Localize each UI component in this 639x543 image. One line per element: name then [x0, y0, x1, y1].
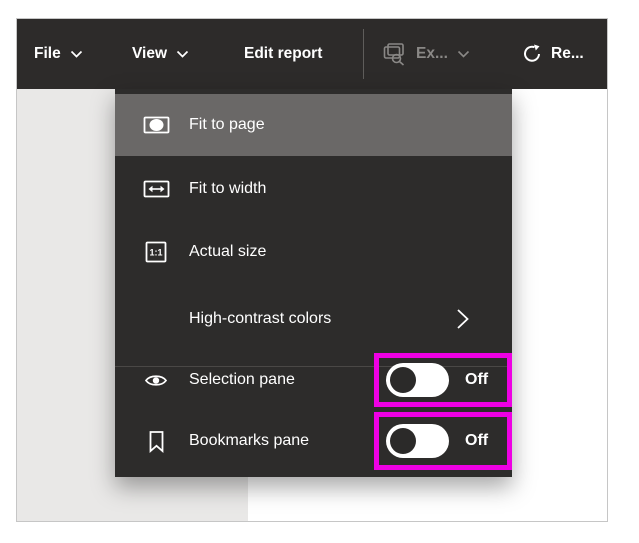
chevron-down-icon	[176, 50, 189, 59]
menu-item-actual-size[interactable]: 1:1 Actual size	[115, 221, 512, 283]
menu-item-fit-to-width[interactable]: Fit to width	[115, 158, 512, 220]
view-dropdown-menu: Fit to page Fit to width 1:1 Actual size…	[115, 89, 512, 477]
chevron-right-icon	[456, 308, 470, 331]
menu-item-label: Selection pane	[189, 371, 295, 388]
chevron-down-icon	[457, 50, 470, 59]
fit-to-width-icon	[141, 179, 171, 199]
toggle-knob	[390, 367, 416, 393]
export-label: Ex...	[416, 45, 448, 62]
file-menu-label: File	[34, 45, 61, 62]
refresh-button[interactable]: Re...	[522, 19, 584, 89]
menu-item-label: Bookmarks pane	[189, 432, 310, 449]
app-window: ar Sales by St $126K $0K 501- Valery Ush…	[16, 18, 608, 522]
bookmarks-pane-callout-box: Off	[374, 412, 512, 470]
selection-pane-toggle-state: Off	[465, 371, 489, 388]
refresh-label: Re...	[551, 45, 584, 62]
actual-size-icon: 1:1	[141, 240, 171, 264]
file-menu-button[interactable]: File	[34, 19, 83, 89]
export-icon	[381, 42, 407, 66]
eye-icon	[141, 372, 171, 389]
chevron-down-icon	[70, 50, 83, 59]
selection-pane-callout-box: Off	[374, 353, 512, 407]
view-menu-button[interactable]: View	[132, 19, 189, 89]
menu-item-high-contrast-colors[interactable]: High-contrast colors	[115, 288, 512, 350]
svg-text:1:1: 1:1	[149, 248, 162, 258]
menu-item-label: High-contrast colors	[189, 310, 332, 327]
menu-item-label: Fit to page	[189, 116, 265, 133]
bookmarks-pane-toggle-state: Off	[465, 432, 489, 449]
command-bar: File View Edit report Ex... Re...	[17, 19, 607, 89]
export-button[interactable]: Ex...	[381, 19, 470, 89]
edit-report-label: Edit report	[244, 45, 323, 62]
fit-to-page-icon	[141, 115, 171, 135]
menu-item-label: Actual size	[189, 243, 267, 260]
selection-pane-toggle[interactable]	[386, 363, 449, 397]
toolbar-divider	[363, 29, 364, 79]
view-menu-label: View	[132, 45, 168, 62]
bookmark-icon	[141, 430, 171, 453]
edit-report-button[interactable]: Edit report	[244, 19, 322, 89]
bookmarks-pane-toggle[interactable]	[386, 424, 449, 458]
menu-item-label: Fit to width	[189, 180, 267, 197]
menu-item-fit-to-page[interactable]: Fit to page	[115, 94, 512, 156]
refresh-icon	[522, 44, 542, 64]
toggle-knob	[390, 428, 416, 454]
screenshot-root: ar Sales by St $126K $0K 501- Valery Ush…	[0, 0, 639, 543]
